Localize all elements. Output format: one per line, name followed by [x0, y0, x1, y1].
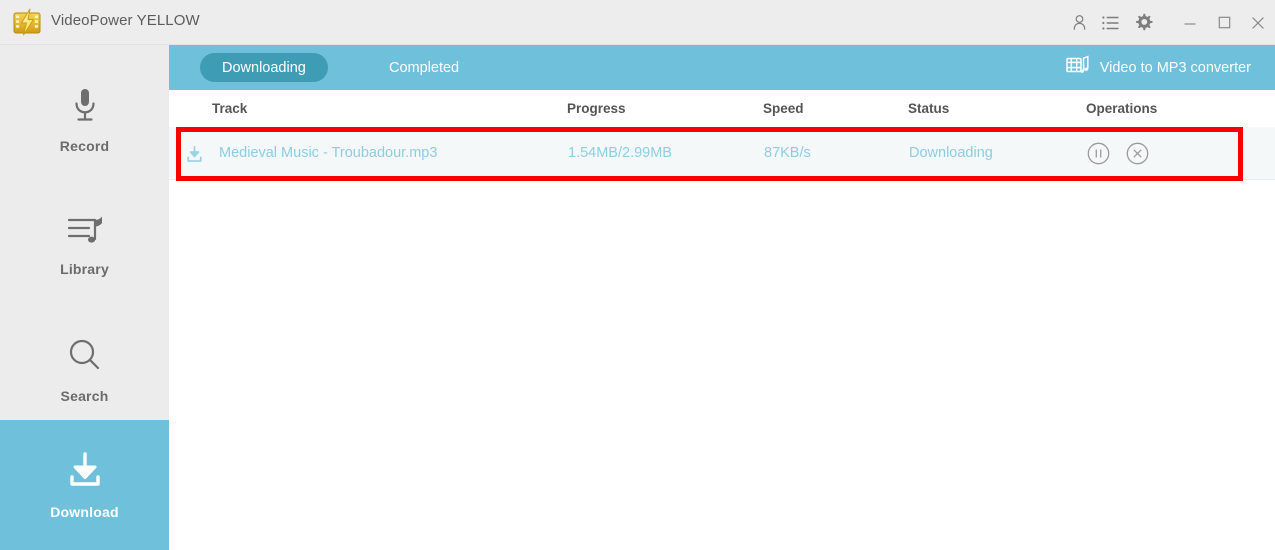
titlebar-spacer — [1159, 0, 1173, 45]
maximize-button[interactable] — [1207, 0, 1241, 45]
cell-speed: 87KB/s — [764, 145, 811, 161]
column-header-track: Track — [212, 101, 248, 116]
tab-completed[interactable]: Completed — [367, 53, 481, 82]
tab-downloading[interactable]: Downloading — [200, 53, 328, 82]
table-header: Track Progress Speed Status Operations — [169, 90, 1275, 127]
tab-bar: Downloading Completed Video to MP3 conve… — [169, 45, 1275, 90]
sidebar-item-label: Search — [60, 387, 109, 404]
download-item-icon — [184, 144, 204, 164]
sidebar-item-library[interactable]: Library — [0, 190, 169, 300]
sidebar-item-search[interactable]: Search — [0, 315, 169, 425]
table-row[interactable]: Medieval Music - Troubadour.mp3 1.54MB/2… — [169, 127, 1275, 180]
playlist-music-icon — [65, 214, 105, 248]
video-to-mp3-icon — [1065, 55, 1089, 81]
list-icon[interactable] — [1095, 0, 1127, 45]
cancel-button[interactable] — [1125, 141, 1150, 166]
minimize-button[interactable] — [1173, 0, 1207, 45]
title-bar: VideoPower YELLOW — [0, 0, 1275, 45]
sidebar-item-record[interactable]: Record — [0, 65, 169, 175]
row-operations — [1086, 141, 1150, 166]
column-header-operations: Operations — [1086, 101, 1158, 116]
videopower-logo-icon — [11, 7, 43, 37]
sidebar-item-label: Download — [50, 503, 119, 520]
app-title: VideoPower YELLOW — [51, 12, 200, 29]
content-area: Downloading Completed Video to MP3 conve… — [169, 45, 1275, 550]
application-window: VideoPower YELLOW Record Library Search … — [0, 0, 1275, 550]
sidebar-item-label: Library — [60, 260, 109, 277]
microphone-icon — [70, 87, 100, 125]
sidebar: Record Library Search Download — [0, 45, 169, 550]
column-header-speed: Speed — [763, 101, 804, 116]
video-to-mp3-converter-button[interactable]: Video to MP3 converter — [1065, 55, 1251, 81]
sidebar-item-download[interactable]: Download — [0, 420, 169, 550]
titlebar-controls — [1063, 0, 1275, 45]
pause-button[interactable] — [1086, 141, 1111, 166]
account-icon[interactable] — [1063, 0, 1095, 45]
magnifier-icon — [66, 337, 104, 375]
converter-label: Video to MP3 converter — [1099, 60, 1251, 76]
settings-gear-icon[interactable] — [1127, 0, 1159, 45]
column-header-status: Status — [908, 101, 950, 116]
sidebar-item-label: Record — [59, 137, 110, 154]
cell-track[interactable]: Medieval Music - Troubadour.mp3 — [219, 145, 437, 161]
download-list: Medieval Music - Troubadour.mp3 1.54MB/2… — [169, 127, 1275, 550]
download-arrow-icon — [63, 451, 107, 491]
cell-status: Downloading — [909, 145, 993, 161]
column-header-progress: Progress — [567, 101, 626, 116]
cell-progress: 1.54MB/2.99MB — [568, 145, 672, 161]
close-button[interactable] — [1241, 0, 1275, 45]
